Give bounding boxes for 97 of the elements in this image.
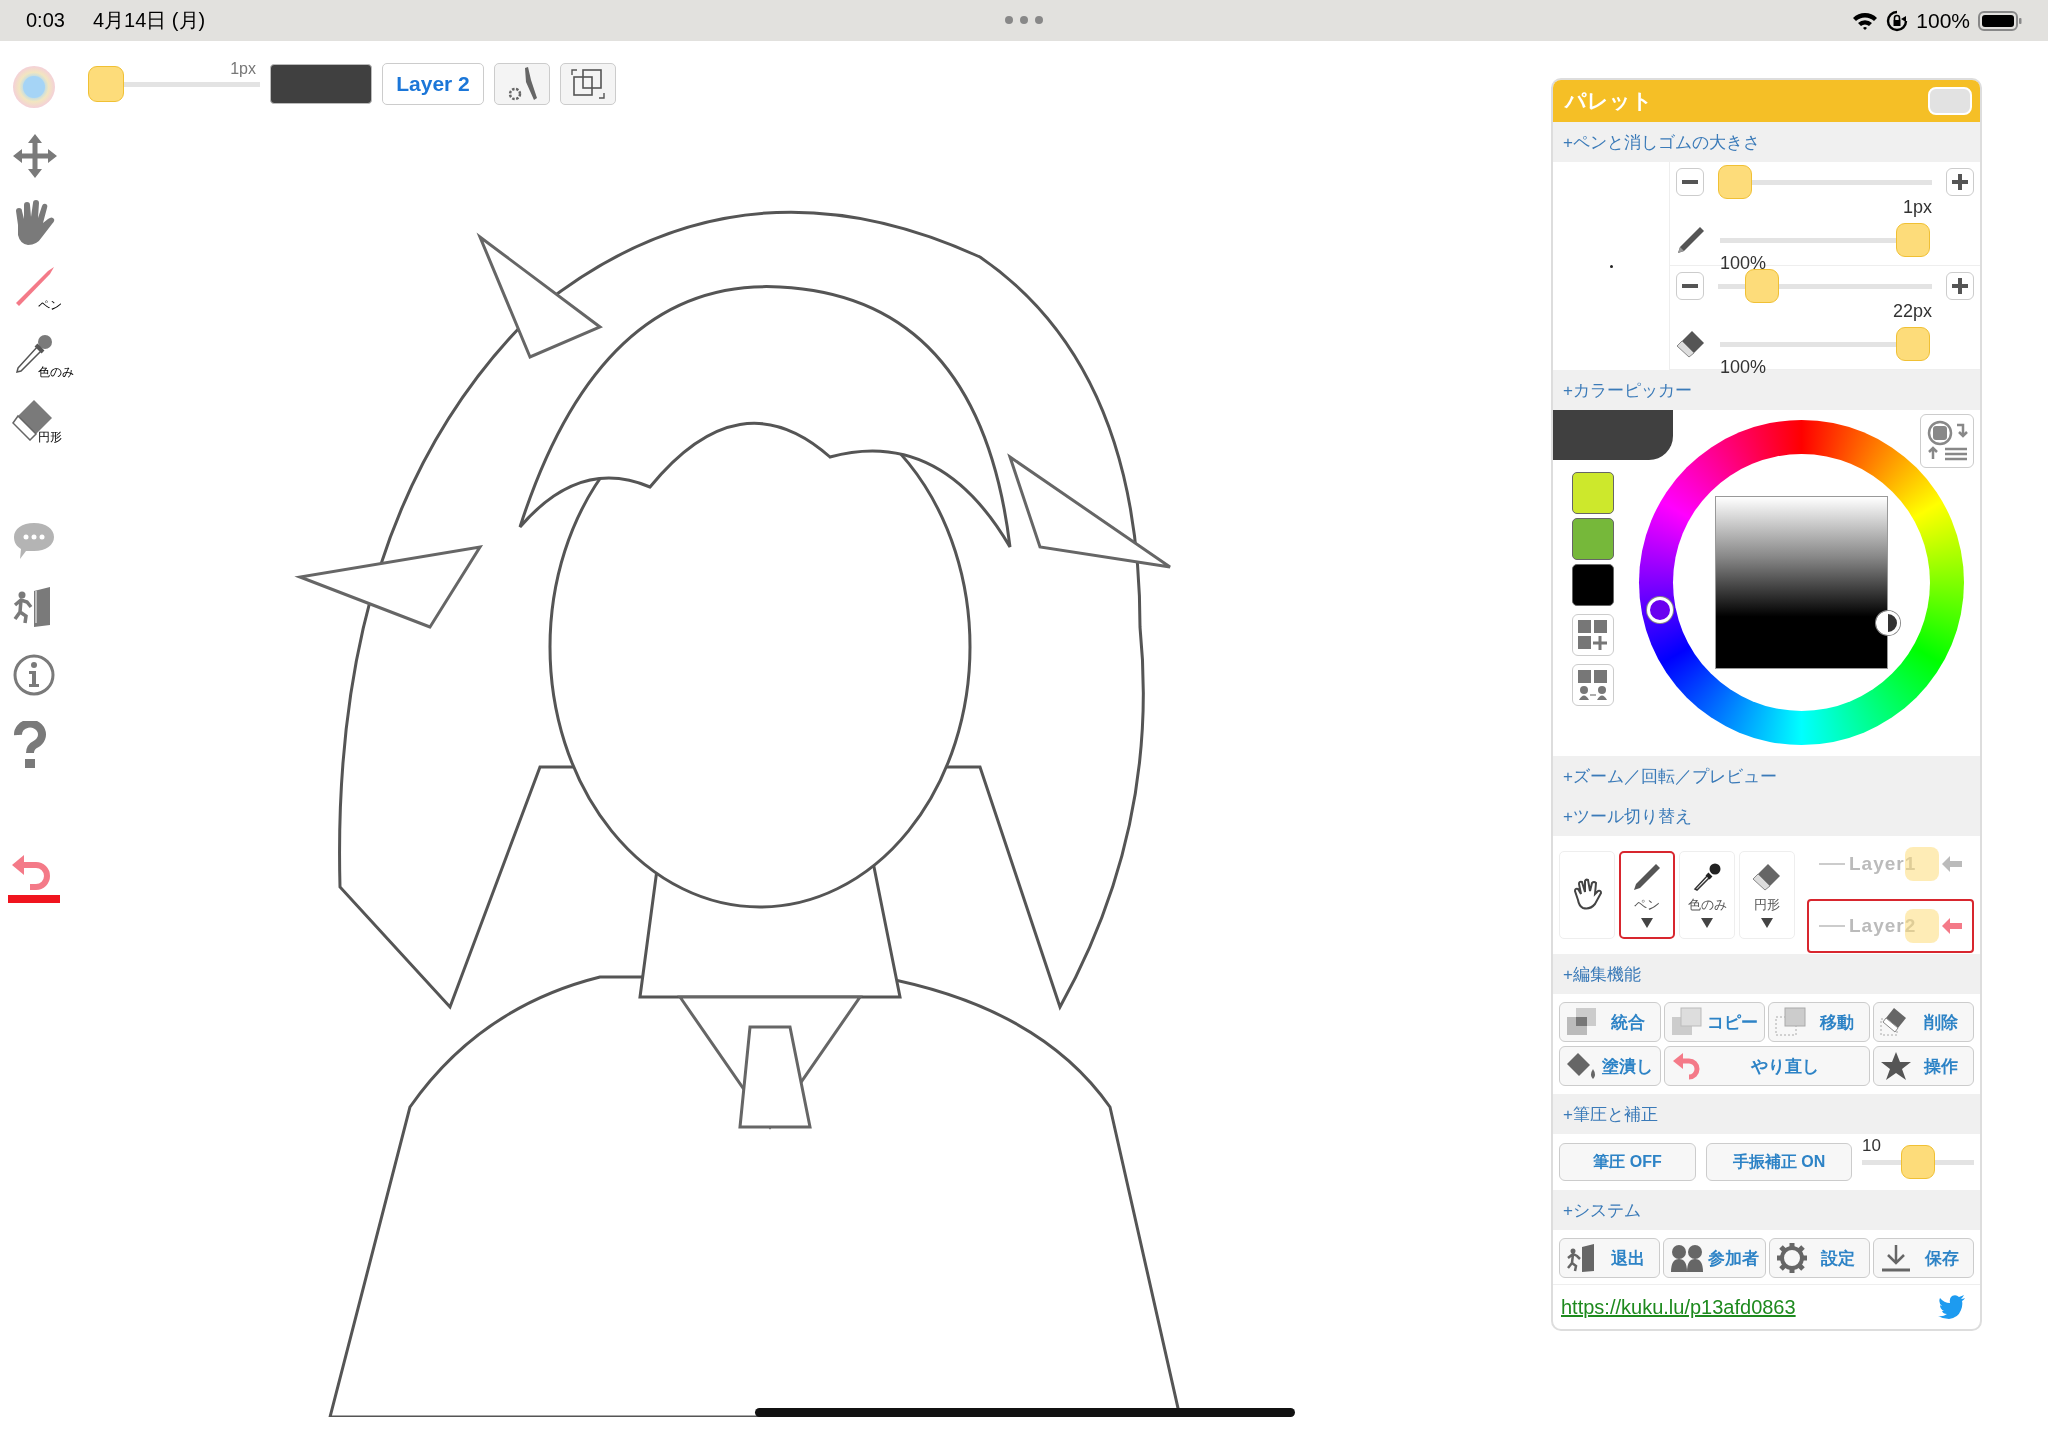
slider-thumb[interactable] (88, 66, 124, 102)
grid-people-icon (1577, 669, 1609, 701)
color-swatch[interactable] (1572, 472, 1614, 514)
dropdown-arrow-icon (1761, 918, 1773, 928)
arrow-left-icon (1942, 918, 1962, 934)
stabilizer-reading: 10 (1862, 1136, 1881, 1156)
copy-icon (1670, 1007, 1703, 1037)
bird-icon[interactable] (1938, 1295, 1966, 1319)
edit-button[interactable]: 塗潰し (1559, 1046, 1661, 1086)
tool-button[interactable]: ペン (1619, 851, 1675, 939)
slider-thumb[interactable] (1901, 1145, 1935, 1179)
edit-button[interactable]: 移動 (1768, 1002, 1870, 1042)
color-swatch[interactable] (1572, 518, 1614, 560)
slider-thumb[interactable] (1896, 327, 1930, 361)
download-icon (1880, 1243, 1912, 1273)
collapse-toggle[interactable] (1928, 87, 1972, 115)
saturation-square[interactable] (1715, 496, 1888, 669)
room-link[interactable]: https://kuku.lu/p13afd0863 (1561, 1295, 1796, 1319)
tool-label: ペン (38, 297, 62, 314)
arrow-left-icon (1942, 856, 1962, 872)
toggle-button[interactable]: 筆圧 OFF (1559, 1143, 1696, 1181)
tool-button[interactable] (1559, 851, 1615, 939)
transform-icon (570, 67, 606, 101)
battery-icon (1978, 9, 2022, 32)
people-icon (1670, 1243, 1704, 1273)
hue-marker[interactable] (1647, 597, 1673, 623)
edit-button[interactable]: やり直し (1663, 1046, 1870, 1086)
opacity-reading: 100% (1720, 254, 1767, 272)
size-reading: 1px (230, 60, 256, 78)
plus-icon (1952, 174, 1968, 190)
pencil-icon (1632, 862, 1662, 892)
battery-percent: 100% (1916, 8, 1970, 33)
minus-button[interactable] (1676, 272, 1704, 300)
eraser-icon (1676, 329, 1706, 359)
pencil-icon (1676, 225, 1706, 255)
info-icon[interactable] (12, 653, 56, 697)
slider-thumb[interactable] (1718, 165, 1752, 199)
color-wheel-icon[interactable] (12, 65, 56, 109)
status-time: 0:03 (26, 9, 65, 32)
current-color-swatch[interactable] (270, 64, 372, 104)
tool-label: 色のみ (38, 364, 74, 381)
slider-thumb[interactable] (1896, 223, 1930, 257)
slider-thumb[interactable] (1745, 269, 1779, 303)
section-header[interactable]: +筆圧と補正 (1553, 1094, 1980, 1134)
size-reading: 22px (1892, 302, 1932, 320)
dropper-icon (1692, 862, 1722, 892)
tool-label: 円形 (38, 429, 62, 446)
section-header[interactable]: +ツール切り替え (1553, 796, 1980, 836)
dropdown-arrow-icon (1701, 918, 1713, 928)
palette-title: パレット (1565, 88, 1653, 114)
eraser-icon (1752, 862, 1782, 892)
edit-button[interactable]: 削除 (1872, 1002, 1974, 1042)
move-layer-icon (1775, 1007, 1807, 1037)
section-header[interactable]: +ペンと消しゴムの大きさ (1553, 122, 1980, 162)
add-swatch-button[interactable] (1572, 614, 1614, 656)
toggle-button[interactable]: 手振補正 ON (1706, 1143, 1852, 1181)
plus-button[interactable] (1946, 272, 1974, 300)
section-header[interactable]: +ズーム／回転／プレビュー (1553, 756, 1980, 796)
system-button[interactable]: 設定 (1769, 1238, 1870, 1278)
edit-button[interactable]: 操作 (1872, 1046, 1974, 1086)
status-date: 4月14日 (月) (92, 8, 206, 33)
merge-icon (1566, 1007, 1598, 1037)
plus-button[interactable] (1946, 168, 1974, 196)
rotation-lock-icon (1886, 9, 1909, 32)
grid-plus-icon (1577, 619, 1609, 651)
transform-button[interactable] (560, 63, 616, 105)
minus-button[interactable] (1676, 168, 1704, 196)
settings-icon (1776, 1242, 1808, 1274)
section-header[interactable]: +編集機能 (1553, 954, 1980, 994)
share-swatches-button[interactable] (1572, 664, 1614, 706)
star-icon (1879, 1051, 1912, 1081)
minus-icon (1682, 284, 1698, 288)
move-icon[interactable] (12, 133, 58, 179)
brush-dot (1609, 264, 1613, 268)
paint-bucket-icon (1566, 1051, 1598, 1081)
tool-button[interactable]: 円形 (1739, 851, 1795, 939)
layer-button[interactable]: Layer 2 (382, 63, 484, 105)
edit-button[interactable]: 統合 (1559, 1002, 1661, 1042)
section-header[interactable]: +システム (1553, 1190, 1980, 1230)
tool-button[interactable]: 色のみ (1679, 851, 1735, 939)
edit-button[interactable]: コピー (1663, 1002, 1765, 1042)
system-button[interactable]: 参加者 (1663, 1238, 1766, 1278)
dropdown-arrow-icon (1641, 918, 1653, 928)
minus-icon (1682, 180, 1698, 184)
undo-icon[interactable] (8, 853, 60, 903)
plus-icon (1952, 278, 1968, 294)
system-button[interactable]: 保存 (1873, 1238, 1974, 1278)
color-history-button[interactable] (1920, 414, 1974, 468)
swap-icon (1925, 419, 1969, 463)
value-marker[interactable] (1876, 611, 1900, 635)
size-reading: 1px (1902, 198, 1932, 216)
wifi-icon (1852, 10, 1879, 31)
color-swatch[interactable] (1572, 564, 1614, 606)
help-icon[interactable] (12, 721, 48, 769)
system-button[interactable]: 退出 (1559, 1238, 1660, 1278)
brush-settings-button[interactable] (494, 63, 550, 105)
more-icon[interactable] (1004, 15, 1044, 25)
